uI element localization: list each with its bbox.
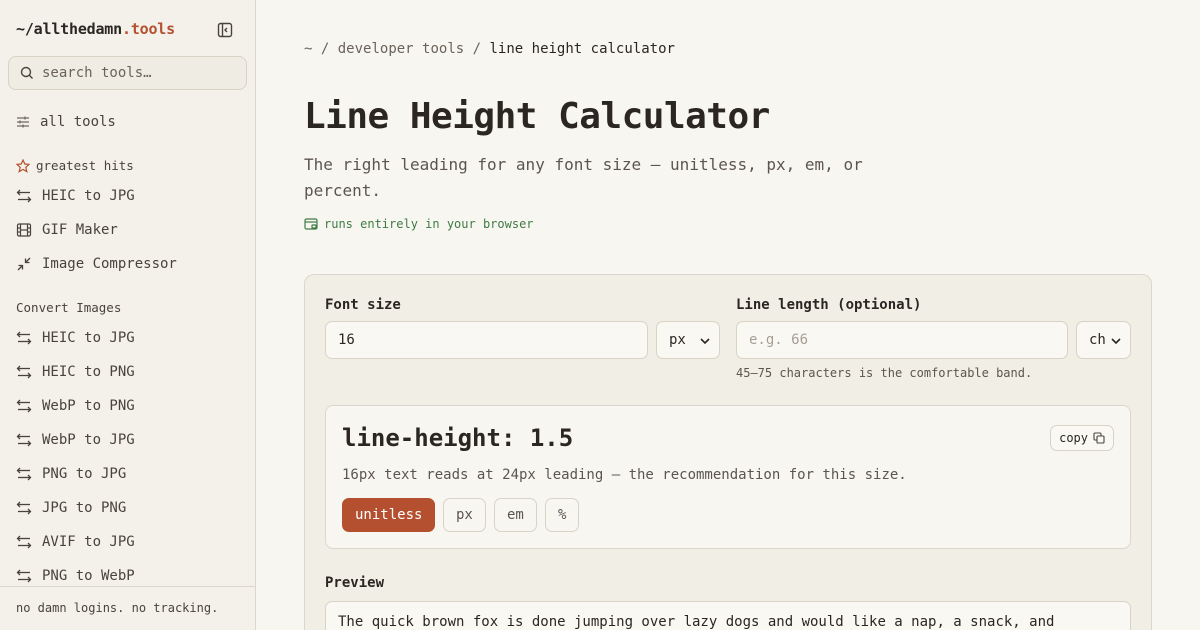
sidebar-item-gif-maker[interactable]: GIF Maker (16, 220, 118, 240)
star-icon (16, 158, 30, 173)
breadcrumb-current: line height calculator (489, 41, 675, 57)
section-title-label: Convert Images (16, 300, 122, 315)
sidebar-item-png-to-jpg[interactable]: PNG to JPG (16, 464, 126, 484)
swap-arrows-icon (16, 399, 32, 413)
film-icon (16, 223, 32, 237)
swap-arrows-icon (16, 189, 32, 203)
sidebar-item-all-tools[interactable]: all tools (16, 112, 116, 132)
sidebar-item-label: all tools (40, 114, 116, 130)
section-convert-images: Convert Images (16, 300, 121, 315)
font-size-input[interactable]: 16 (325, 321, 648, 359)
search-input[interactable]: search tools… (8, 56, 247, 90)
unit-unitless-button[interactable]: unitless (342, 498, 436, 532)
swap-arrows-icon (16, 569, 32, 583)
sidebar-item-webp-to-png[interactable]: WebP to PNG (16, 396, 135, 416)
result-value: line-height: 1.5 (342, 424, 574, 452)
sidebar-item-label: HEIC to JPG (42, 330, 135, 346)
swap-arrows-icon (16, 365, 32, 379)
collapse-sidebar-button[interactable] (216, 21, 234, 39)
result-panel: line-height: 1.5 copy 16px text reads at… (325, 405, 1131, 549)
sidebar-item-label: HEIC to JPG (42, 188, 135, 204)
page-subtitle: The right leading for any font size — un… (304, 155, 863, 200)
sidebar-item-webp-to-jpg[interactable]: WebP to JPG (16, 430, 135, 450)
compress-icon (17, 257, 31, 271)
calculator-card: Font size 16 px Line length (optional) e… (304, 274, 1152, 630)
sliders-icon (17, 116, 29, 128)
sidebar-item-label: WebP to PNG (42, 398, 135, 414)
line-length-unit-value: ch (1089, 332, 1106, 348)
browser-lock-icon (304, 217, 318, 230)
breadcrumb: ~ / developer tools / line height calcul… (304, 41, 675, 57)
browser-note: runs entirely in your browser (304, 217, 534, 231)
sidebar-footer: no damn logins. no tracking. (0, 586, 255, 630)
unit-percent-button[interactable]: % (545, 498, 580, 532)
sidebar-item-label: GIF Maker (42, 222, 118, 238)
sidebar-item-label: AVIF to JPG (42, 534, 135, 550)
sidebar-item-heic-to-png[interactable]: HEIC to PNG (16, 362, 135, 382)
copy-button[interactable]: copy (1050, 425, 1114, 451)
section-greatest-hits: greatest hits (16, 158, 134, 173)
sidebar-item-heic-to-jpg[interactable]: HEIC to JPG (16, 186, 135, 206)
sidebar-item-label: Image Compressor (42, 256, 177, 272)
sidebar-item-label: WebP to JPG (42, 432, 135, 448)
sidebar-collapse-icon (217, 22, 233, 38)
sidebar-item-label: JPG to PNG (42, 500, 127, 516)
sidebar-item-png-to-webp[interactable]: PNG to WebP (16, 566, 135, 586)
section-title-label: greatest hits (36, 158, 134, 173)
chevron-down-icon (700, 338, 710, 345)
sidebar-item-label: PNG to WebP (42, 568, 135, 584)
brand-logo[interactable]: ~/allthedamn.tools (16, 20, 175, 38)
swap-arrows-icon (16, 535, 32, 549)
breadcrumb-separator: / (320, 41, 330, 57)
sidebar-item-image-compressor[interactable]: Image Compressor (16, 254, 177, 274)
font-size-unit-select[interactable]: px (656, 321, 720, 359)
line-length-hint: 45–75 characters is the comfortable band… (736, 366, 1033, 380)
browser-note-text: runs entirely in your browser (324, 217, 534, 231)
swap-arrows-icon (16, 467, 32, 481)
swap-arrows-icon (16, 433, 32, 447)
sidebar-item-jpg-to-png[interactable]: JPG to PNG (16, 498, 126, 518)
preview-text: The quick brown fox is done jumping over… (325, 601, 1131, 630)
copy-label: copy (1059, 431, 1088, 445)
sidebar: ~/allthedamn.tools search tools… all too… (0, 0, 256, 630)
font-size-unit-value: px (669, 332, 686, 348)
sidebar-item-heic-to-jpg-2[interactable]: HEIC to JPG (16, 328, 135, 348)
footer-text: no damn logins. no tracking. (16, 601, 219, 615)
breadcrumb-category[interactable]: developer tools (338, 41, 464, 57)
unit-em-button[interactable]: em (494, 498, 537, 532)
copy-icon (1093, 432, 1105, 444)
search-placeholder: search tools… (42, 65, 152, 81)
line-length-input[interactable]: e.g. 66 (736, 321, 1068, 359)
breadcrumb-root[interactable]: ~ (304, 41, 312, 57)
brand-prefix: ~/allthedamn (16, 20, 122, 38)
line-length-label: Line length (optional) (736, 297, 922, 313)
brand-suffix: .tools (121, 20, 175, 38)
unit-px-button[interactable]: px (443, 498, 486, 532)
font-size-label: Font size (325, 297, 401, 313)
swap-arrows-icon (16, 501, 32, 515)
breadcrumb-separator: / (472, 41, 482, 57)
chevron-down-icon (1111, 338, 1121, 345)
line-length-unit-select[interactable]: ch (1076, 321, 1131, 359)
preview-label: Preview (325, 575, 385, 591)
sidebar-item-label: PNG to JPG (42, 466, 127, 482)
sidebar-item-avif-to-jpg[interactable]: AVIF to JPG (16, 532, 135, 552)
search-icon (20, 66, 33, 79)
page-title: Line Height Calculator (304, 96, 770, 137)
sidebar-item-label: HEIC to PNG (42, 364, 135, 380)
result-description: 16px text reads at 24px leading — the re… (342, 467, 907, 483)
swap-arrows-icon (16, 331, 32, 345)
